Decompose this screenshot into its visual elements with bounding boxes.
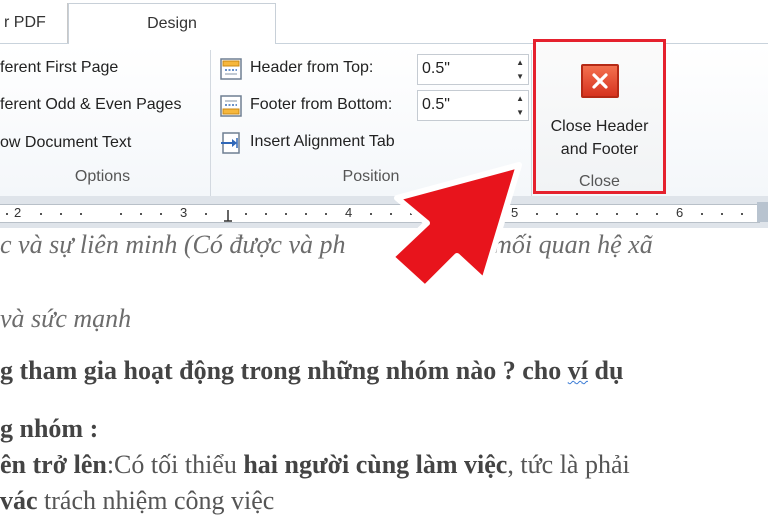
close-header-footer-button[interactable]: Close Header and Footer: [536, 115, 663, 161]
position-group-label: Position: [342, 168, 400, 185]
tab-stop-marker[interactable]: [222, 208, 234, 224]
ruler-margin-marker[interactable]: [757, 202, 768, 222]
options-group-label: Options: [74, 168, 131, 185]
close-label-line1: Close Header: [550, 118, 649, 135]
ruler-number: 3: [180, 205, 188, 220]
show-document-text-checkbox[interactable]: ow Document Text: [0, 134, 131, 152]
insert-alignment-tab-button[interactable]: Insert Alignment Tab: [250, 133, 395, 151]
ruler-track: 2 3 4 5 6: [0, 204, 760, 223]
doc-line-2: và sức mạnh: [0, 304, 132, 333]
group-separator: [210, 50, 211, 196]
footer-from-bottom-label: Footer from Bottom:: [250, 96, 393, 113]
different-odd-even-checkbox[interactable]: ferent Odd & Even Pages: [0, 96, 181, 114]
spin-up-icon[interactable]: ▲: [516, 94, 524, 103]
ruler-number: 4: [345, 205, 353, 220]
footer-from-bottom-value[interactable]: 0.5": [422, 96, 450, 114]
doc-line-4: g nhóm :: [0, 414, 99, 443]
spin-down-icon[interactable]: ▼: [516, 72, 524, 81]
close-group-label: Close: [579, 173, 620, 190]
alignment-tab-icon: [219, 131, 243, 155]
ruler-number: 6: [676, 205, 684, 220]
doc-line-3: g tham gia hoạt động trong những nhóm nà…: [0, 356, 624, 385]
ribbon-tab-bar: r PDF Design: [0, 0, 768, 45]
ruler-number: 5: [511, 205, 519, 220]
doc-line-5: ên trở lên:Có tối thiểu hai người cùng l…: [0, 450, 630, 479]
horizontal-ruler[interactable]: 2 3 4 5 6: [0, 196, 768, 228]
document-body[interactable]: c và sự liên minh (Có được và ph ên các m…: [0, 228, 768, 515]
header-from-top-spinner[interactable]: 0.5" ▲ ▼: [417, 54, 529, 85]
spin-down-icon[interactable]: ▼: [516, 108, 524, 117]
close-header-footer-highlight[interactable]: Close Header and Footer Close: [533, 39, 666, 194]
header-from-top-label: Header from Top:: [250, 59, 374, 76]
close-label-line2: and Footer: [560, 141, 639, 158]
different-first-page-checkbox[interactable]: ferent First Page: [0, 59, 118, 77]
header-from-top-value[interactable]: 0.5": [422, 60, 450, 78]
spin-up-icon[interactable]: ▲: [516, 58, 524, 67]
ribbon: ferent First Page ferent Odd & Even Page…: [0, 39, 768, 196]
footer-from-bottom-spinner[interactable]: 0.5" ▲ ▼: [417, 90, 529, 121]
footer-position-icon: [219, 94, 243, 118]
header-position-icon: [219, 57, 243, 81]
group-separator: [531, 50, 532, 196]
tab-pdf[interactable]: r PDF: [0, 3, 68, 44]
ruler-number: 2: [14, 205, 22, 220]
close-x-icon[interactable]: [581, 64, 619, 98]
doc-line-1: c và sự liên minh (Có được và ph ên các m…: [0, 230, 653, 259]
tab-design[interactable]: Design: [68, 3, 276, 44]
